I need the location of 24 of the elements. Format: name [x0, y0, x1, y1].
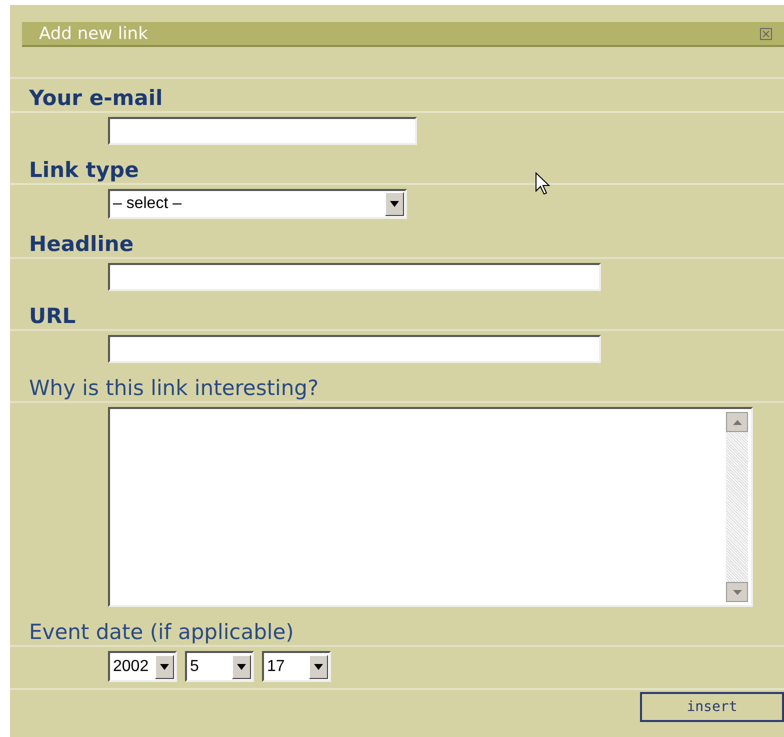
- caret-icon: [390, 201, 399, 207]
- insert-button[interactable]: insert: [640, 692, 784, 722]
- field-label: Headline: [29, 231, 135, 257]
- caret-icon: [237, 664, 246, 670]
- up-arrow-icon: [732, 420, 742, 424]
- dropdown[interactable]: 2002: [108, 651, 177, 682]
- input-field[interactable]: [108, 335, 601, 363]
- field-label: URL: [29, 303, 77, 329]
- dropdown[interactable]: – select –: [108, 189, 407, 219]
- caret-icon: [160, 664, 169, 670]
- field-label: Why is this link interesting?: [29, 375, 320, 401]
- cursor-icon: [535, 172, 551, 196]
- caret-icon: [314, 664, 323, 670]
- field-label: Event date (if applicable): [29, 619, 295, 645]
- dialog-title: Add new link: [39, 24, 148, 44]
- down-arrow-icon: [732, 590, 742, 594]
- input-field[interactable]: [108, 263, 601, 291]
- dropdown[interactable]: 5: [185, 651, 254, 682]
- input-field[interactable]: [108, 117, 417, 145]
- field-label: Link type: [29, 157, 140, 183]
- scrollbar[interactable]: [723, 409, 751, 605]
- field-label: Your e-mail: [29, 85, 164, 111]
- close-icon[interactable]: [760, 28, 772, 40]
- dropdown[interactable]: 17: [262, 651, 331, 682]
